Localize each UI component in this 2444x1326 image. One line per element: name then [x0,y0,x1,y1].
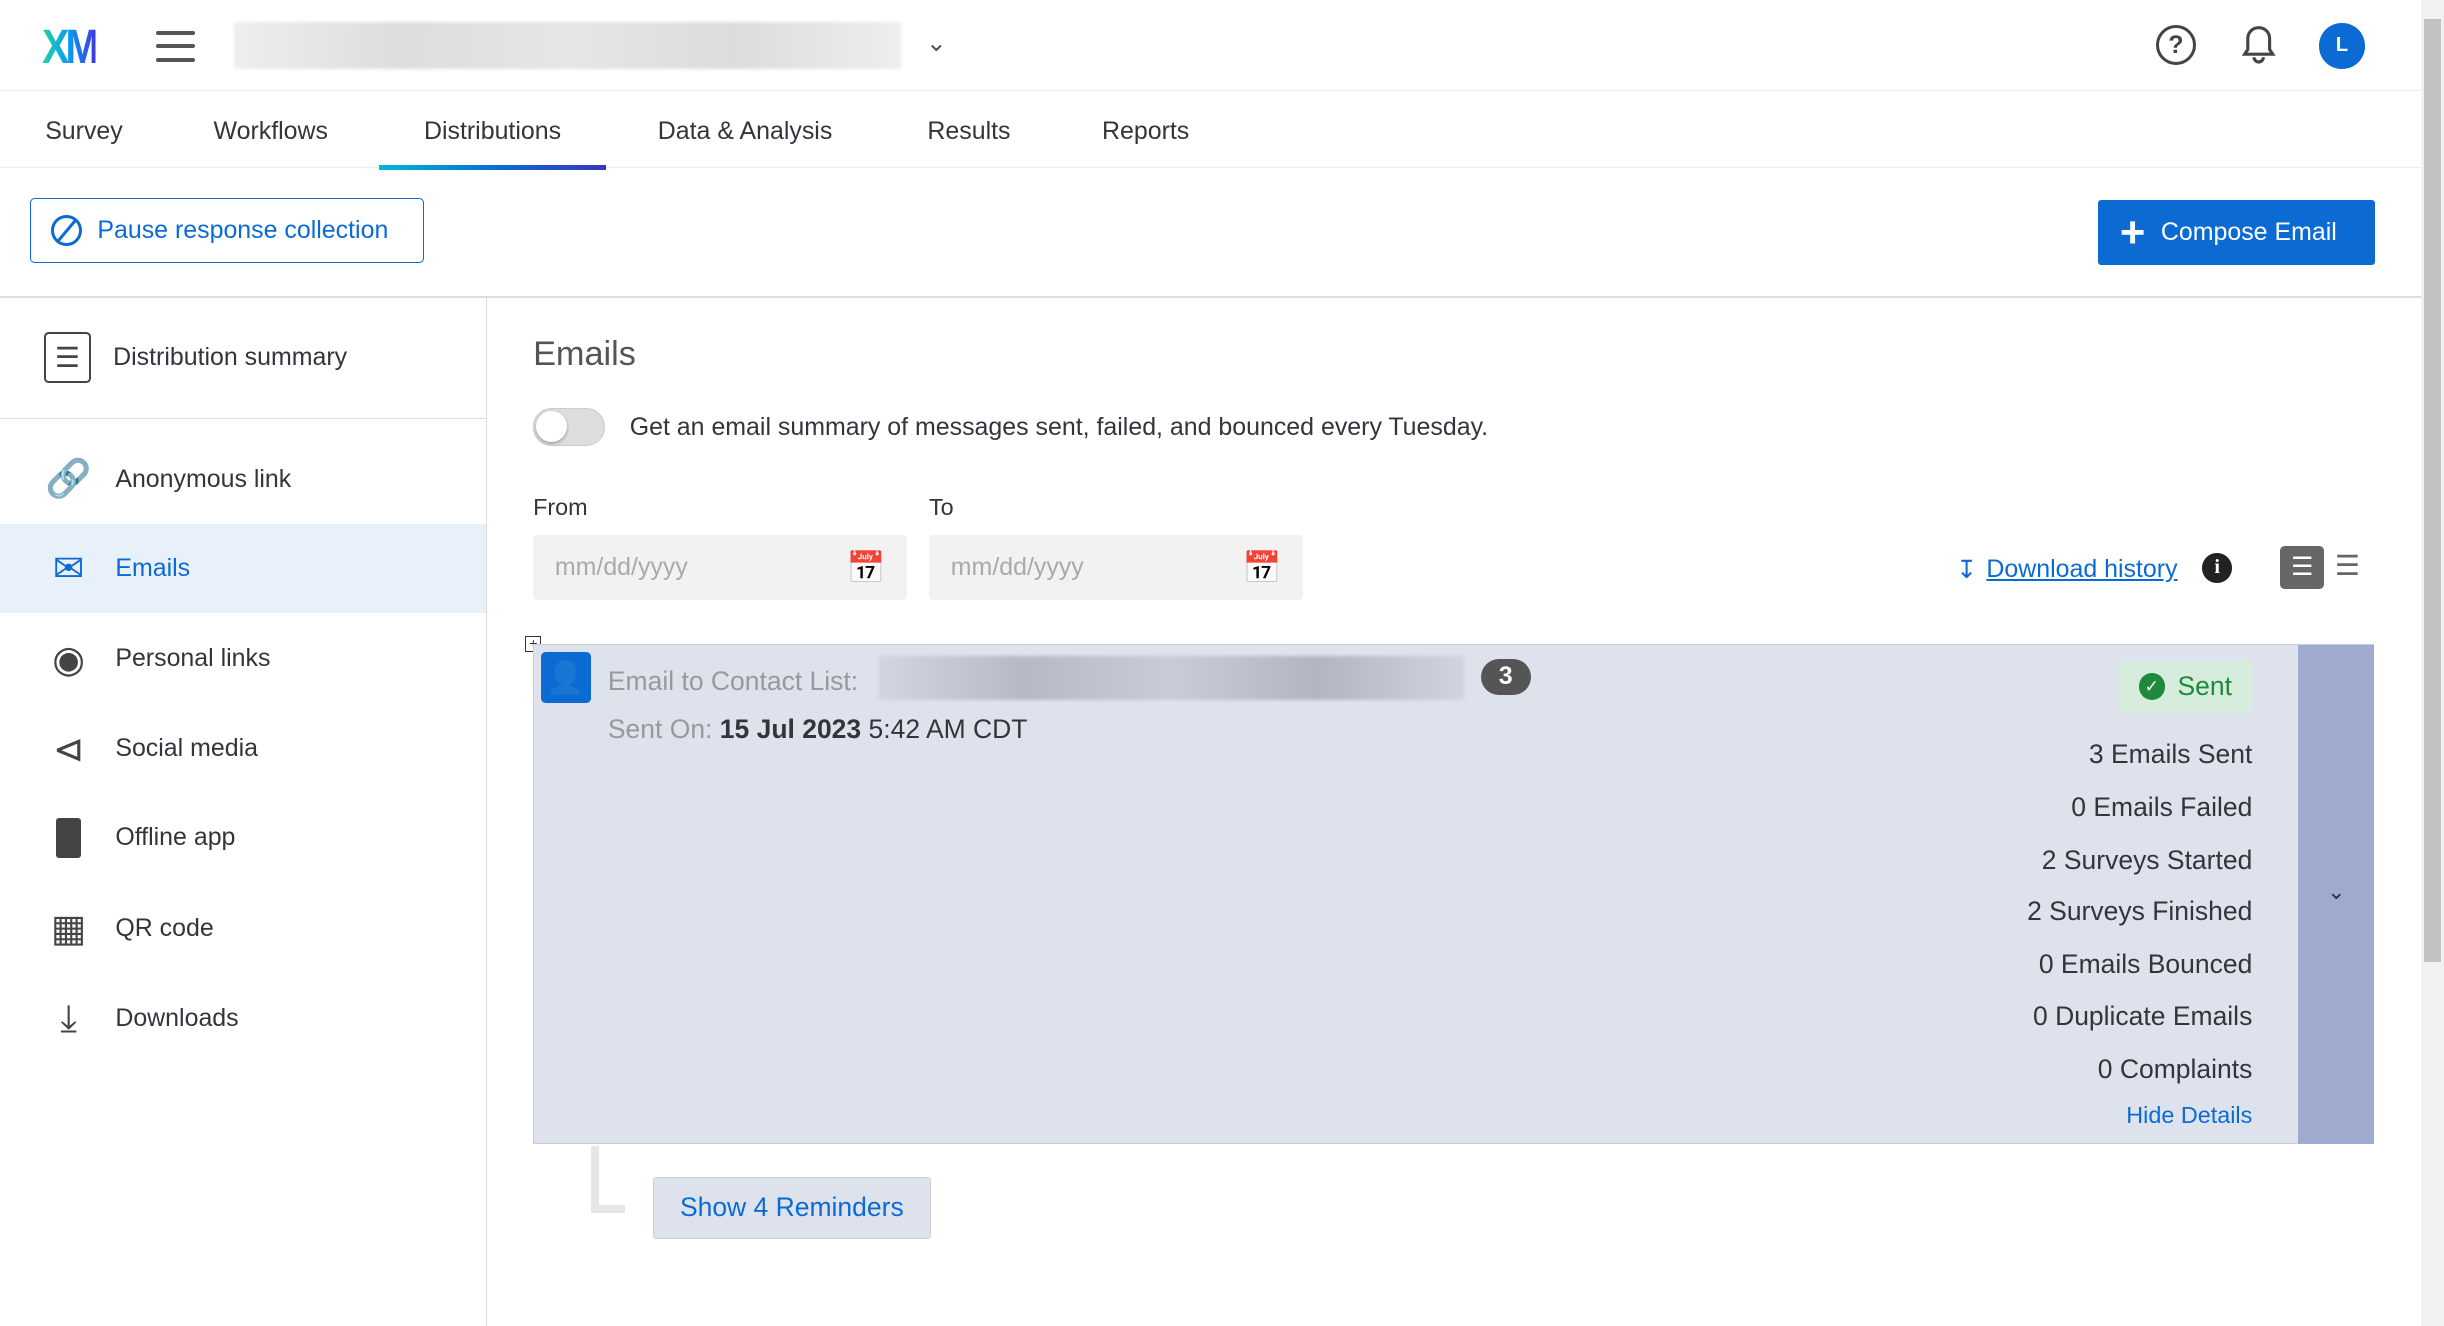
envelope-icon: ✉ [52,547,85,590]
stat-complaints: 0 Complaints [2097,1053,2253,1084]
list-view-icon[interactable]: ☰ [2335,549,2360,582]
sidebar-item-label: Emails [115,553,191,582]
distribution-title: Email to Contact List: [607,665,859,696]
collapse-panel[interactable]: ⌄ [2297,645,2374,1145]
to-date-input[interactable]: mm/dd/yyyy 📅 [928,534,1304,601]
scrollbar-thumb[interactable] [2423,18,2441,962]
sidebar-item-social-media[interactable]: ⊲ Social media [0,705,486,794]
compose-email-button[interactable]: + Compose Email [2098,199,2376,265]
card-view-icon[interactable]: ☰ [2280,545,2325,590]
tab-survey[interactable]: Survey [45,117,123,146]
sidebar-item-label: Offline app [115,823,236,852]
reminder-connector-arrow [590,1204,626,1213]
top-bar: XM ⌄ ? L [0,0,2421,92]
download-icon: ⤓ [60,996,77,1039]
xm-logo[interactable]: XM [42,19,100,75]
to-placeholder: mm/dd/yyyy [950,552,1084,581]
sidebar-item-personal-links[interactable]: ◉ Personal links [0,614,486,703]
bell-icon[interactable] [2240,23,2277,67]
sent-date: 15 Jul 2023 [719,713,862,744]
calendar-icon[interactable]: 📅 [1242,549,1281,586]
hide-details-link[interactable]: Hide Details [2126,1102,2252,1129]
main-tabs: Survey Workflows Distributions Data & An… [0,92,2421,169]
link-icon: 🔗 [45,457,92,500]
pause-response-collection-button[interactable]: Pause response collection [29,197,424,264]
stat-emails-bounced: 0 Emails Bounced [2038,949,2253,980]
tab-reports[interactable]: Reports [1102,117,1189,146]
fingerprint-icon: ◉ [52,637,85,680]
calendar-icon[interactable]: 📅 [847,549,886,586]
from-placeholder: mm/dd/yyyy [554,552,688,581]
from-date-input[interactable]: mm/dd/yyyy 📅 [533,534,908,601]
sidebar-item-qr-code[interactable]: ▦ QR code [0,884,486,973]
stat-duplicate-emails: 0 Duplicate Emails [2032,1000,2253,1031]
sidebar-item-emails[interactable]: ✉ Emails [0,523,487,613]
sidebar-item-label: Downloads [115,1004,239,1033]
to-label: To [928,494,954,521]
help-icon[interactable]: ? [2155,24,2196,66]
prohibited-icon [50,215,82,247]
sent-time: 5:42 AM CDT [868,713,1028,744]
qr-code-icon: ▦ [50,907,87,950]
check-circle-icon: ✓ [2138,673,2165,700]
sidebar-item-anonymous-link[interactable]: 🔗 Anonymous link [0,435,486,524]
reminder-connector [590,1145,599,1212]
plus-icon: + [2119,207,2146,257]
page-title: Emails [533,335,636,374]
from-label: From [533,494,588,521]
scrollbar[interactable] [2420,0,2444,1326]
sent-on-label: Sent On: [607,713,713,744]
stat-emails-sent: 3 Emails Sent [2088,738,2253,769]
tab-results[interactable]: Results [927,117,1010,146]
download-history-label: Download history [1986,554,2178,583]
pause-label: Pause response collection [97,216,389,245]
sidebar-item-distribution-summary[interactable]: ☰ Distribution summary [0,313,486,402]
list-icon: ☰ [43,332,92,384]
chevron-down-icon[interactable]: ⌄ [926,28,947,58]
sent-on: Sent On: 15 Jul 2023 5:42 AM CDT [608,714,1028,745]
tablet-icon [44,814,94,861]
email-summary-toggle[interactable] [533,408,605,446]
download-icon: ↧ [1956,555,1978,584]
email-summary-label: Get an email summary of messages sent, f… [629,413,1489,442]
count-badge: 3 [1480,659,1531,696]
tab-data-analysis[interactable]: Data & Analysis [658,117,833,146]
show-reminders-button[interactable]: Show 4 Reminders [653,1176,931,1240]
stat-emails-failed: 0 Emails Failed [2071,791,2253,822]
survey-name-selector[interactable] [233,21,901,69]
sidebar-item-label: Social media [115,734,259,763]
sidebar-item-label: Personal links [115,644,271,673]
contact-list-icon: 👤 [540,651,591,703]
status-label: Sent [2177,671,2232,702]
contact-list-name-blurred [877,656,1464,700]
tab-distributions[interactable]: Distributions [378,117,607,169]
sidebar: ☰ Distribution summary 🔗 Anonymous link ✉ E… [0,297,488,1326]
stat-surveys-started: 2 Surveys Started [2041,844,2253,875]
chevron-down-icon[interactable]: ⌄ [2327,879,2345,905]
compose-label: Compose Email [2160,217,2337,246]
sidebar-item-label: QR code [115,913,214,942]
hamburger-menu-icon[interactable] [155,31,195,71]
sidebar-item-label: Distribution summary [113,343,348,372]
sidebar-divider [0,417,487,420]
sidebar-item-downloads[interactable]: ⤓ Downloads [0,974,486,1063]
avatar[interactable]: L [2319,23,2365,69]
sidebar-item-label: Anonymous link [115,464,292,493]
tab-workflows[interactable]: Workflows [214,117,328,146]
stat-surveys-finished: 2 Surveys Finished [2027,896,2253,927]
sidebar-item-offline-app[interactable]: Offline app [0,793,486,882]
download-history-link[interactable]: ↧ Download history [1956,555,2177,585]
share-icon: ⊲ [52,727,85,770]
status-badge: ✓ Sent [2118,660,2253,713]
info-icon[interactable]: i [2202,553,2233,583]
